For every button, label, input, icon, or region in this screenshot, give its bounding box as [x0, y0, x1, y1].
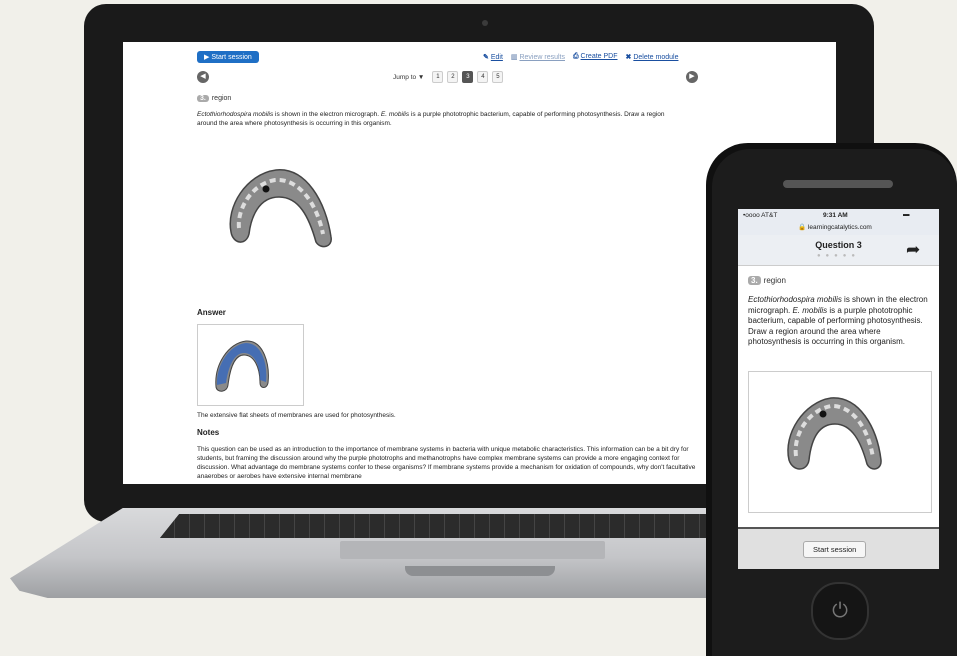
share-arrow-icon: ➦	[906, 240, 921, 259]
create-pdf-link[interactable]: ⎙ Create PDF	[573, 53, 618, 61]
laptop-camera	[482, 20, 488, 26]
phone-footer: Start session	[738, 527, 939, 569]
jump-to-dropdown[interactable]: Jump to ▼	[393, 74, 424, 81]
phone-nav-bar: Question 3 ●●●●● ➦	[738, 235, 939, 266]
chart-icon: ▥	[510, 54, 518, 61]
question-number: 3.	[197, 95, 209, 102]
next-question-button[interactable]: ▶	[686, 71, 698, 83]
page-1-button[interactable]: 1	[432, 71, 444, 83]
pencil-icon: ✎	[483, 54, 489, 61]
share-button[interactable]: ➦	[906, 240, 920, 260]
edit-link[interactable]: ✎ Edit	[483, 53, 503, 61]
page-nav: Jump to ▼ 1 2 3 4 5	[393, 71, 504, 83]
phone-question-type: region	[763, 276, 786, 285]
page-3-button[interactable]: 3	[462, 71, 474, 83]
laptop-trackpad	[340, 541, 605, 559]
left-arrow-icon: ◀	[200, 73, 206, 80]
url-bar[interactable]: 🔒 learningcatalytics.com	[798, 223, 872, 231]
micrograph-image	[229, 169, 332, 248]
right-arrow-icon: ▶	[689, 73, 695, 80]
phone-screen: •oooo AT&T 9:31 AM ▬ 🔒 learningcatalytic…	[738, 209, 939, 569]
phone-status-bar: •oooo AT&T 9:31 AM ▬ 🔒 learningcatalytic…	[738, 209, 939, 235]
notes-text: This question can be used as an introduc…	[197, 446, 696, 480]
play-icon: ▶	[204, 54, 210, 61]
review-results-link[interactable]: ▥ Review results	[511, 53, 565, 61]
x-icon: ✖	[625, 54, 632, 61]
lock-icon: 🔒	[798, 224, 807, 231]
phone-image-box[interactable]	[748, 371, 932, 513]
question-text: Ectothiorhodospira mobilis is shown in t…	[197, 111, 665, 127]
clock: 9:31 AM	[823, 212, 848, 219]
battery-icon: ▬	[903, 211, 910, 218]
power-icon: ⏻	[832, 600, 848, 622]
question-type: region	[211, 95, 232, 102]
answer-explanation: The extensive flat sheets of membranes a…	[197, 412, 396, 419]
home-button[interactable]: ⏻	[811, 582, 869, 640]
carrier-label: •oooo AT&T	[743, 212, 778, 219]
phone-start-session-button[interactable]: Start session	[803, 541, 867, 558]
answer-heading: Answer	[197, 308, 226, 317]
printer-icon: ⎙	[572, 53, 579, 60]
laptop-notch	[405, 566, 555, 576]
page-4-button[interactable]: 4	[477, 71, 489, 83]
phone-question-text: Ectothiorhodospira mobilis is shown in t…	[748, 295, 928, 346]
delete-module-link[interactable]: ✖ Delete module	[626, 53, 679, 61]
answer-image	[215, 340, 269, 392]
page-2-button[interactable]: 2	[447, 71, 459, 83]
answer-image-box	[197, 324, 304, 406]
phone-speaker	[783, 180, 893, 188]
start-session-button[interactable]: ▶ Start session	[197, 51, 259, 63]
phone-micrograph-image	[787, 397, 882, 470]
question-tag: 3. region	[197, 95, 231, 102]
module-toolbar: ✎ Edit ▥ Review results ⎙ Create PDF ✖ D…	[483, 53, 678, 61]
laptop-keyboard	[160, 514, 800, 538]
prev-question-button[interactable]: ◀	[197, 71, 209, 83]
notes-heading: Notes	[197, 428, 220, 437]
phone-question-tag: 3. region	[748, 276, 786, 285]
phone-question-number: 3.	[748, 276, 761, 285]
page-5-button[interactable]: 5	[492, 71, 504, 83]
